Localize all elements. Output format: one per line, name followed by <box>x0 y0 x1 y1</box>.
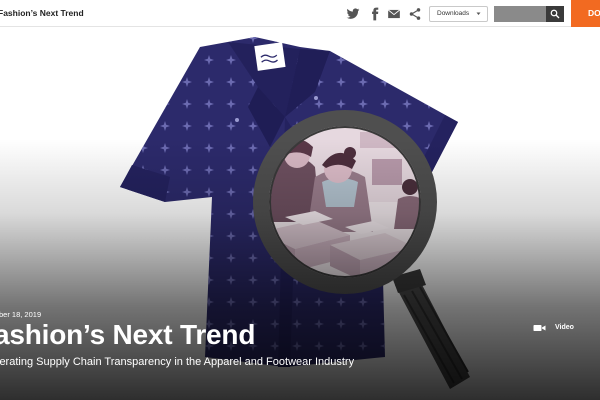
search-button[interactable] <box>546 6 564 22</box>
search-icon <box>550 9 560 19</box>
downloads-dropdown[interactable]: Downloads <box>429 6 488 22</box>
video-camera-icon <box>533 325 546 331</box>
hero-banner: ber 18, 2019 ashion’s Next Trend leratin… <box>0 27 600 400</box>
email-icon[interactable] <box>387 7 401 21</box>
chevron-down-icon <box>476 12 481 15</box>
video-label: Video <box>555 324 574 331</box>
donate-button[interactable]: DO <box>571 0 600 27</box>
site-title[interactable]: Fashion’s Next Trend <box>0 8 84 18</box>
publish-date: ber 18, 2019 <box>0 310 42 319</box>
downloads-label: Downloads <box>437 10 470 17</box>
page-title: ashion’s Next Trend <box>0 319 256 350</box>
share-icon[interactable] <box>408 7 422 21</box>
twitter-icon[interactable] <box>346 7 360 21</box>
top-bar: Fashion’s Next Trend Downloads DO <box>0 0 600 27</box>
page-subtitle: lerating Supply Chain Transparency in th… <box>0 356 355 368</box>
search-input[interactable] <box>494 6 546 22</box>
facebook-icon[interactable] <box>368 7 382 21</box>
